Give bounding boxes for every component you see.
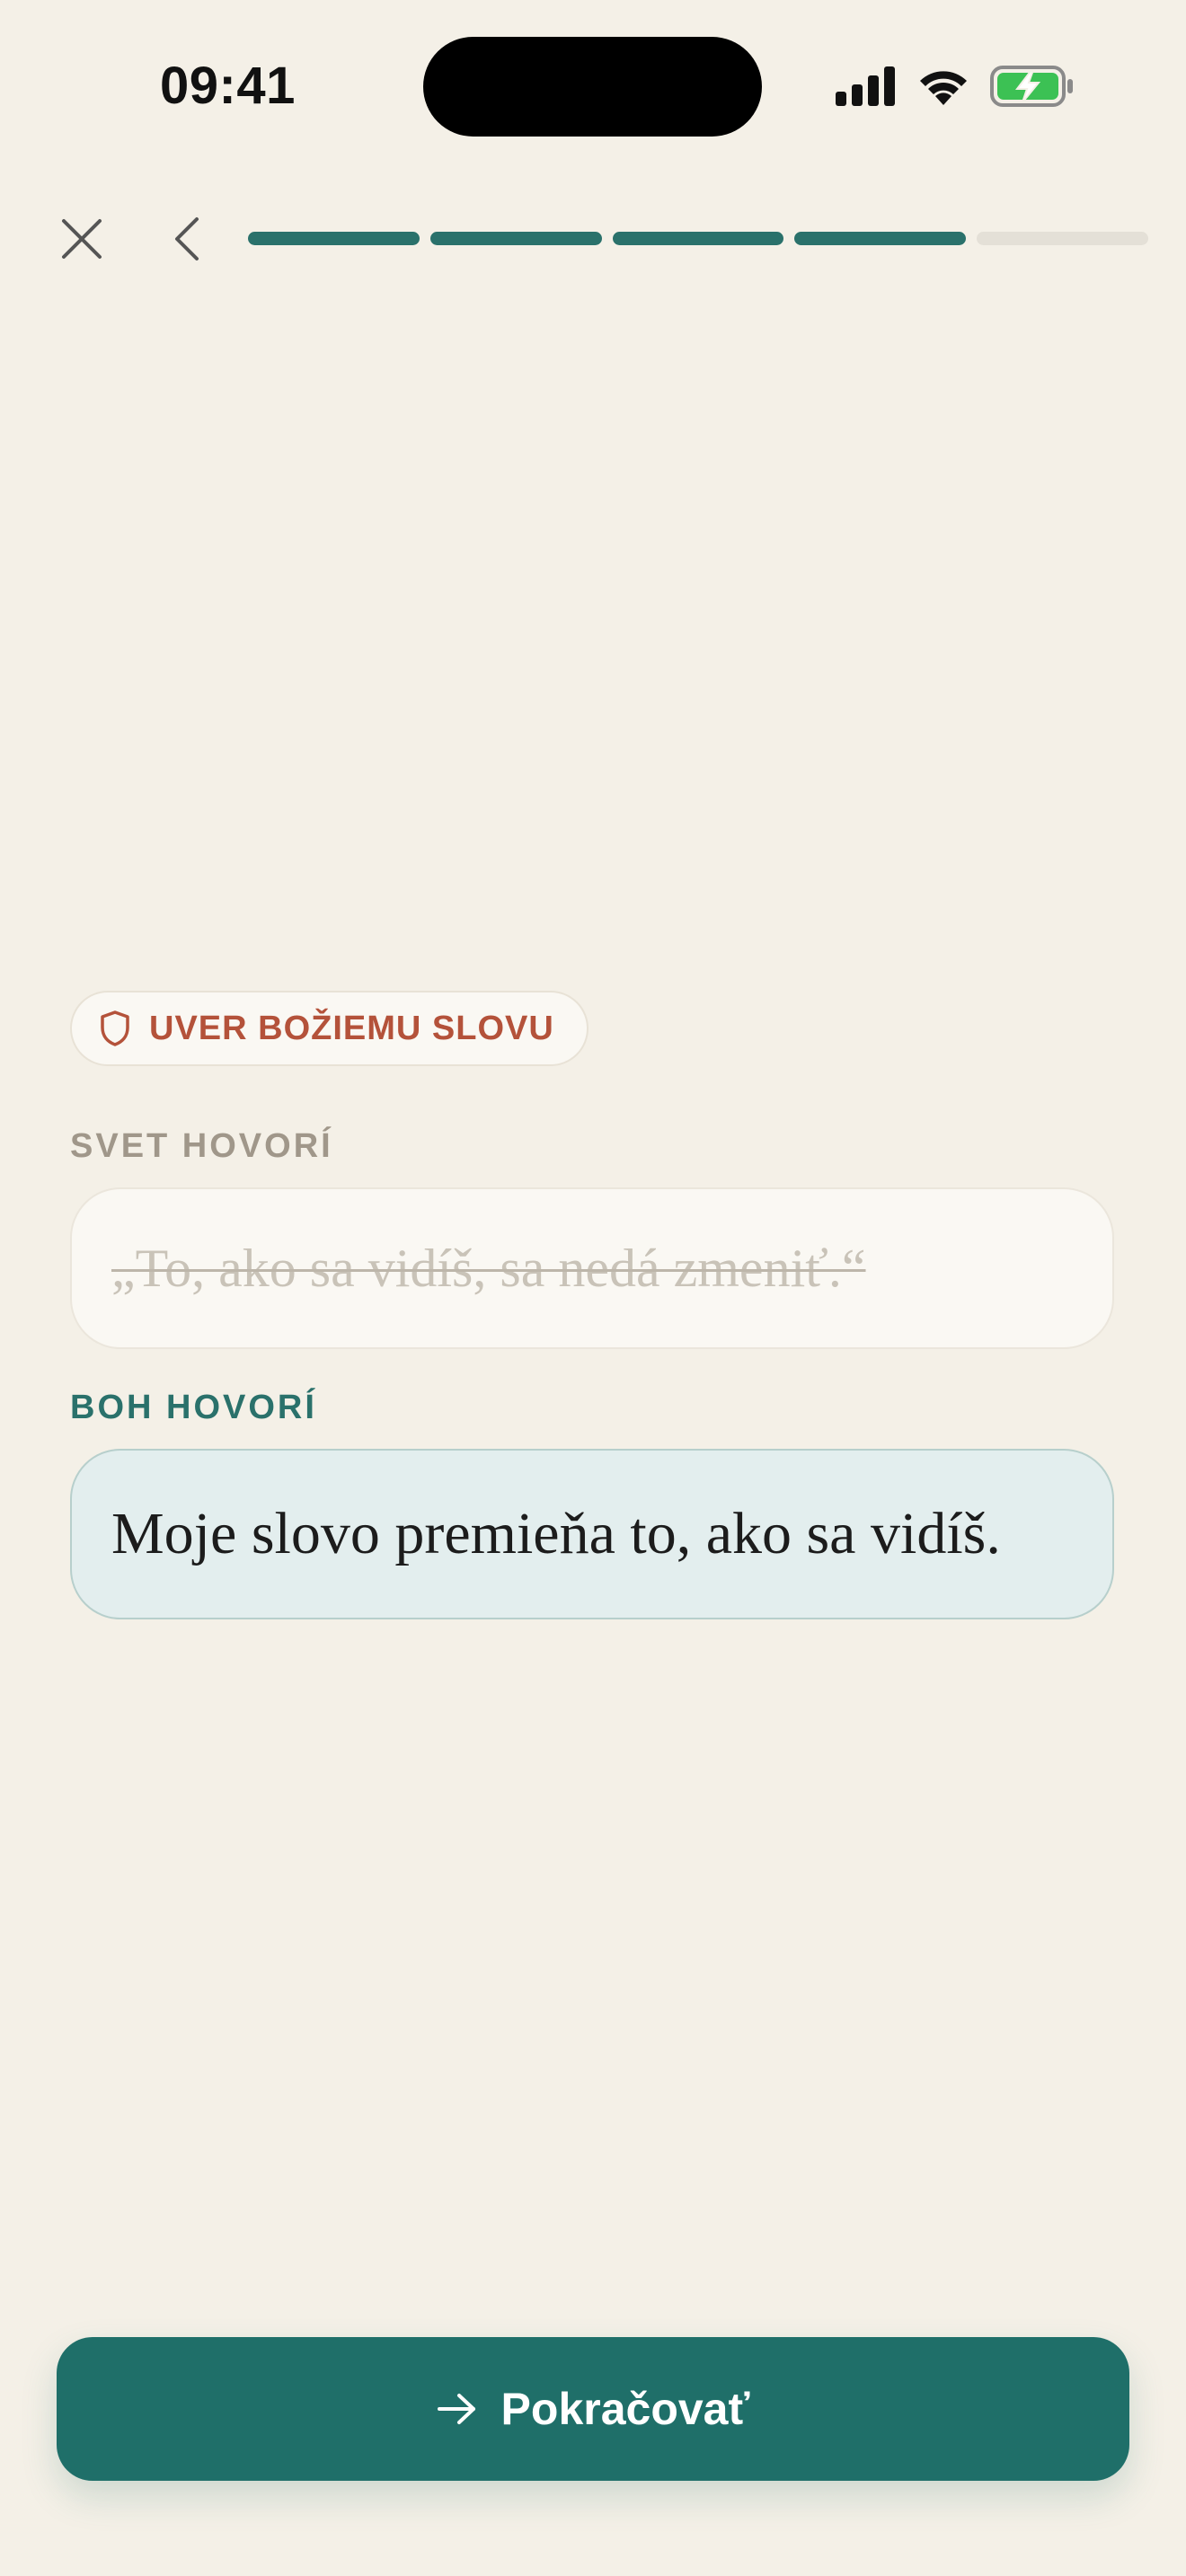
world-says-label: SVET HOVORÍ	[70, 1127, 333, 1165]
top-nav	[0, 202, 1186, 274]
wifi-icon	[920, 71, 967, 105]
close-button[interactable]	[54, 211, 110, 267]
world-quote-card: „To, ako sa vidíš, sa nedá zmeniť.“	[70, 1187, 1114, 1349]
progress-step	[794, 232, 967, 245]
continue-button[interactable]: Pokračovať	[57, 2337, 1129, 2481]
back-button[interactable]	[160, 211, 214, 267]
progress-step	[248, 232, 420, 245]
status-icons	[836, 61, 1075, 111]
god-quote-text: Moje slovo premieňa to, ako sa vidíš.	[111, 1501, 1001, 1566]
god-quote-card: Moje slovo premieňa to, ako sa vidíš.	[70, 1449, 1114, 1619]
world-quote-text: „To, ako sa vidíš, sa nedá zmeniť.“	[111, 1238, 866, 1298]
progress-step	[977, 232, 1148, 245]
cellular-signal-icon	[836, 66, 895, 106]
chevron-left-icon	[175, 217, 199, 260]
arrow-right-icon	[437, 2394, 475, 2424]
battery-charging-icon	[990, 66, 1073, 107]
badge-label: UVER BOŽIEMU SLOVU	[149, 1009, 554, 1047]
shield-icon	[101, 1010, 129, 1046]
close-icon	[62, 219, 102, 259]
category-badge: UVER BOŽIEMU SLOVU	[70, 991, 589, 1066]
progress-step	[429, 232, 602, 245]
status-bar: 09:41	[0, 0, 1186, 171]
status-time: 09:41	[160, 57, 296, 115]
progress-step	[612, 232, 784, 245]
progress-bar	[248, 232, 1148, 246]
god-says-label: BOH HOVORÍ	[70, 1389, 317, 1426]
dynamic-island	[423, 37, 762, 137]
continue-button-label: Pokračovať	[500, 2384, 750, 2434]
